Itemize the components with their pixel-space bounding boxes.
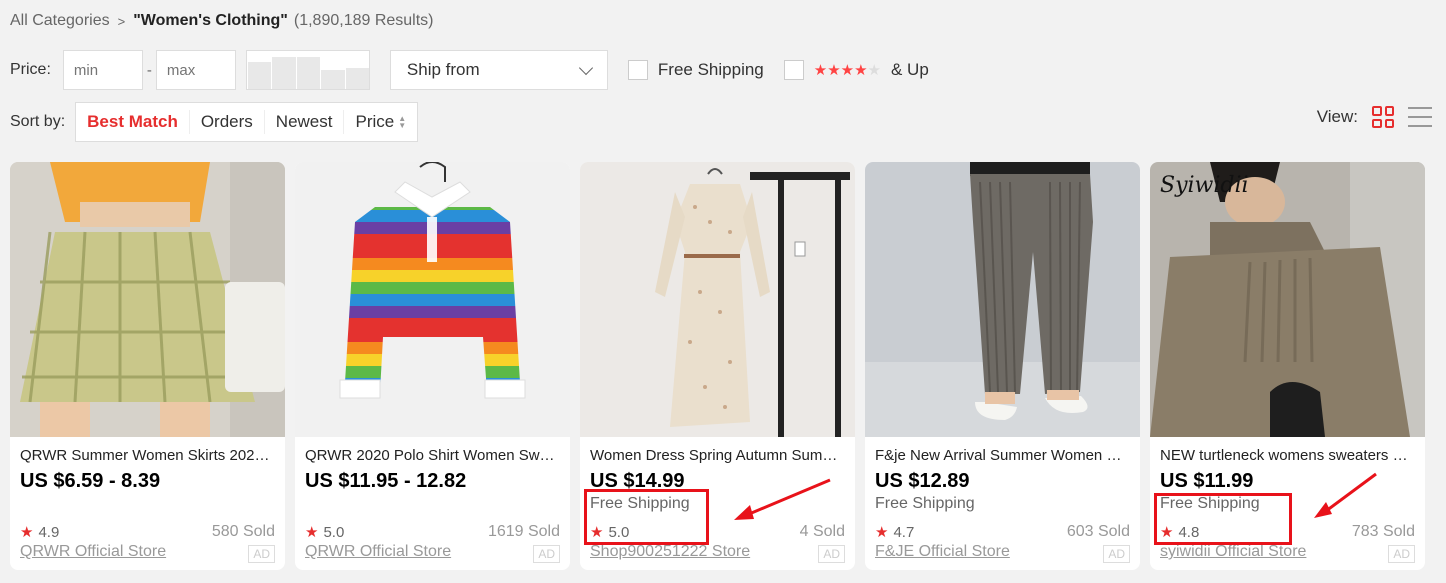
product-card[interactable]: QRWR Summer Women Skirts 2020 Harajuku P… [10,162,285,570]
ship-from-label: Ship from [406,60,480,79]
search-term: "Women's Clothing" [133,12,288,29]
star-icon: ★ [20,524,34,541]
price-label: Price: [10,61,51,78]
price-dash: - [146,61,152,79]
product-image[interactable]: Syiwidii [1150,162,1425,437]
breadcrumb: All Categories > "Women's Clothing" (1,8… [10,12,434,30]
product-price: US $12.89 [875,470,970,492]
ad-badge: AD [1103,545,1130,563]
sort-newest[interactable]: Newest [263,110,344,134]
sort-updown-icon: ▲ ▼ [398,114,407,130]
product-card[interactable]: QRWR 2020 Polo Shirt Women Sweatshirt Ra… [295,162,570,570]
breadcrumb-root-link[interactable]: All Categories [10,12,110,30]
product-rating: ★ 4.9 [20,523,60,542]
rating-filter[interactable]: ★★★★★ & Up [783,60,929,80]
star-icon: ★ [875,524,889,541]
product-card[interactable]: F&je New Arrival Summer Women Pants Casu… [865,162,1140,570]
histogram-bar[interactable] [320,70,345,89]
store-link[interactable]: F&JE Official Store [875,543,1010,561]
annotation-arrow-icon [734,478,831,520]
annotation-highlight-box [584,489,709,545]
sort-options: Best Match Orders Newest Price ▲ ▼ [75,102,419,142]
annotation-highlight-box [1154,493,1292,545]
rating-checkbox[interactable] [783,60,804,80]
product-title[interactable]: QRWR 2020 Polo Shirt Women Sweatshirt Ra… [305,447,560,464]
filter-bar: Price: - Ship from Free Shipping ★★★★★ &… [10,50,929,90]
chevron-down-icon [578,60,593,75]
result-count: (1,890,189 Results) [293,12,434,29]
product-image[interactable] [10,162,285,437]
shipping-label: Free Shipping [875,495,975,512]
product-rating: ★ 4.7 [875,523,915,542]
store-link[interactable]: QRWR Official Store [20,543,166,561]
free-shipping-filter[interactable]: Free Shipping [627,60,764,80]
sort-bar: Sort by: Best Match Orders Newest Price … [10,102,419,142]
rating-up-label: & Up [891,60,929,79]
free-shipping-checkbox[interactable] [627,60,648,80]
price-min-input[interactable] [62,50,143,90]
free-shipping-label: Free Shipping [657,60,764,79]
product-image[interactable] [295,162,570,437]
product-title[interactable]: Women Dress Spring Autumn Summer Floral … [590,447,845,464]
view-label: View: [1316,107,1358,126]
sold-count: 1619 Sold [487,523,560,540]
sold-count: 580 Sold [211,523,275,540]
product-rating: ★ 5.0 [305,523,345,542]
histogram-bar[interactable] [344,68,369,89]
view-toggle: View: [1317,106,1432,128]
sold-count: 783 Sold [1351,523,1415,540]
sold-count: 603 Sold [1066,523,1130,540]
product-price: US $11.95 - 12.82 [305,470,467,492]
product-title[interactable]: F&je New Arrival Summer Women Pants Casu… [875,447,1130,464]
ship-from-select[interactable]: Ship from [389,50,608,90]
sort-price-label: Price [355,112,395,131]
brand-watermark: Syiwidii [1160,173,1249,198]
store-link[interactable]: QRWR Official Store [305,543,451,561]
ad-badge: AD [818,545,845,563]
product-image[interactable] [580,162,855,437]
chevron-right-icon: > [117,13,126,29]
sort-orders[interactable]: Orders [188,110,264,134]
ad-badge: AD [533,545,560,563]
price-histogram[interactable] [245,50,370,90]
star-icon: ★ [305,524,319,541]
annotation-arrow-icon [1314,472,1377,518]
sort-price[interactable]: Price ▲ ▼ [343,110,417,134]
ad-badge: AD [1388,545,1415,563]
histogram-bar[interactable] [295,56,321,89]
sold-count: 4 Sold [799,523,845,540]
store-link[interactable]: syiwidii Official Store [1160,543,1306,561]
product-title[interactable]: QRWR Summer Women Skirts 2020 Harajuku P… [20,447,275,464]
histogram-bar[interactable] [271,56,296,89]
product-title[interactable]: NEW turtleneck womens sweaters autumn wi… [1160,447,1415,464]
sort-best-match[interactable]: Best Match [76,110,189,134]
star-rating-icon: ★★★★★ [813,62,881,79]
histogram-bar[interactable] [246,62,272,89]
price-max-input[interactable] [155,50,236,90]
list-view-icon[interactable] [1408,107,1432,127]
ad-badge: AD [248,545,275,563]
product-price: US $6.59 - 8.39 [20,470,161,492]
store-link[interactable]: Shop900251222 Store [590,543,750,561]
grid-view-icon[interactable] [1372,106,1394,128]
product-image[interactable] [865,162,1140,437]
sort-label: Sort by: [10,113,66,130]
